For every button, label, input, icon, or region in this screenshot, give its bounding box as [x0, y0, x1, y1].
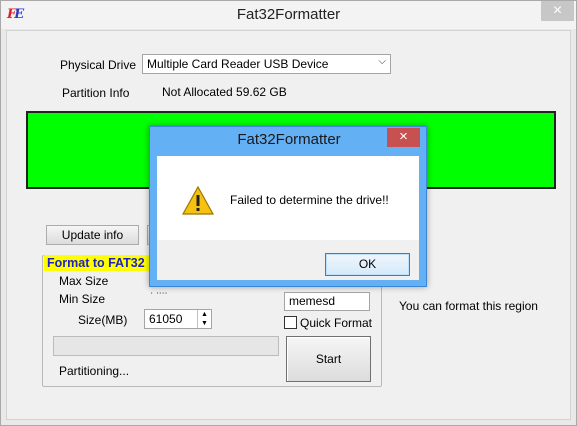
size-mb-stepper[interactable]: 61050 ▲ ▼ — [144, 309, 212, 329]
stepper-arrows-icon[interactable]: ▲ ▼ — [197, 310, 211, 328]
physical-drive-value: Multiple Card Reader USB Device — [147, 57, 329, 71]
size-mb-value: 61050 — [149, 312, 183, 326]
window-title: Fat32Formatter — [236, 6, 341, 23]
size-mb-label: Size(MB) — [78, 313, 128, 327]
max-size-label: Max Size — [59, 274, 109, 288]
physical-drive-select[interactable]: Multiple Card Reader USB Device ⌵ — [142, 54, 391, 74]
ok-button[interactable]: OK — [325, 253, 410, 276]
partition-info-label: Partition Info — [62, 86, 130, 100]
dialog-message-area: Failed to determine the drive!! — [157, 156, 419, 240]
region-hint-text: You can format this region — [399, 299, 538, 313]
dialog-body: Failed to determine the drive!! OK — [157, 156, 419, 280]
volume-label-value: memesd — [289, 294, 336, 308]
min-size-label: Min Size — [59, 292, 106, 306]
volume-label-input[interactable]: memesd — [284, 292, 370, 311]
dialog-message: Failed to determine the drive!! — [230, 193, 389, 207]
update-info-button[interactable]: Update info — [46, 225, 139, 245]
quick-format-checkbox[interactable] — [284, 316, 297, 329]
window-close-button[interactable]: × — [541, 1, 574, 21]
warning-icon — [182, 186, 214, 215]
start-button[interactable]: Start — [286, 336, 371, 382]
format-progress-bar — [53, 336, 279, 356]
dialog-close-button[interactable]: × — [387, 128, 420, 147]
format-group-title: Format to FAT32 — [44, 255, 154, 271]
error-dialog: Fat32Formatter × Failed to determine the… — [149, 126, 427, 287]
title-bar[interactable]: FE Fat32Formatter × — [1, 1, 576, 29]
quick-format-label[interactable]: Quick Format — [300, 316, 372, 330]
physical-drive-label: Physical Drive — [60, 58, 137, 72]
min-size-value: ᐧ ᐧᐧᐧᐧ — [150, 288, 168, 295]
partition-info-value: Not Allocated 59.62 GB — [162, 85, 287, 99]
chevron-down-icon: ⌵ — [378, 56, 386, 67]
status-text: Partitioning... — [59, 364, 130, 378]
